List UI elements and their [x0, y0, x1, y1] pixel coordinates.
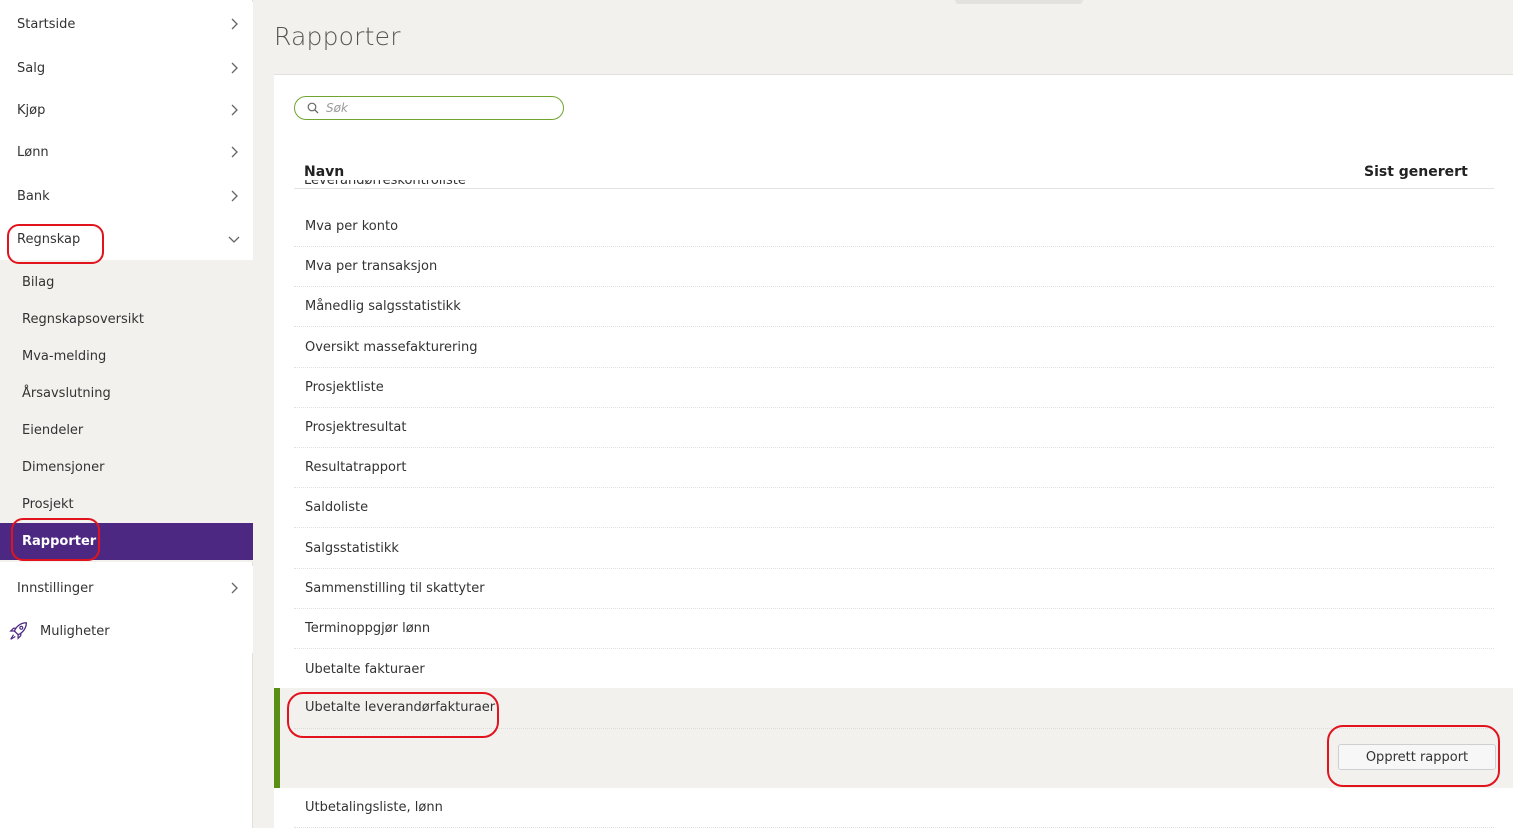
- table-row[interactable]: Salgsstatistikk: [294, 529, 1494, 569]
- table-row[interactable]: Terminoppgjør lønn: [294, 609, 1494, 649]
- rocket-icon: [9, 622, 27, 640]
- table-row[interactable]: Resultatrapport: [294, 448, 1494, 488]
- search-icon: [307, 102, 319, 114]
- nav-item-regnskap[interactable]: Regnskap: [0, 217, 253, 261]
- nav-item-bank[interactable]: Bank: [0, 174, 253, 218]
- sidebar: Startside Salg Kjøp Lønn Bank Regnskap B…: [0, 0, 253, 828]
- row-divider: [294, 728, 1494, 729]
- sub-item-bilag[interactable]: Bilag: [0, 264, 253, 301]
- create-report-button[interactable]: Opprett rapport: [1338, 744, 1496, 770]
- table-row[interactable]: Utbetalingsliste, lønn: [294, 788, 1494, 828]
- nav-item-startside[interactable]: Startside: [0, 2, 253, 46]
- regnskap-submenu: Bilag Regnskapsoversikt Mva-melding Årsa…: [0, 260, 253, 562]
- chevron-right-icon: [231, 18, 238, 30]
- nav-item-label: Kjøp: [17, 102, 46, 118]
- selected-row[interactable]: Ubetalte leverandørfakturaer Opprett rap…: [274, 688, 1513, 788]
- chevron-right-icon: [231, 190, 238, 202]
- table-row[interactable]: Mva per konto: [294, 207, 1494, 247]
- search-box: [294, 96, 564, 120]
- sub-item-arsavslutning[interactable]: Årsavslutning: [0, 375, 253, 412]
- table-row[interactable]: Prosjektliste: [294, 368, 1494, 408]
- nav-item-label: Innstillinger: [17, 580, 94, 596]
- column-header-last-generated[interactable]: Sist generert: [1364, 164, 1468, 180]
- column-header-name[interactable]: Navn: [304, 164, 344, 180]
- sub-item-rapporter[interactable]: Rapporter: [0, 523, 253, 560]
- chevron-right-icon: [231, 582, 238, 594]
- nav-item-label: Salg: [17, 60, 46, 76]
- table-row[interactable]: Prosjektresultat: [294, 408, 1494, 448]
- nav-item-innstillinger[interactable]: Innstillinger: [0, 566, 253, 610]
- table-row[interactable]: Mva per transaksjon: [294, 247, 1494, 287]
- nav-item-muligheter[interactable]: Muligheter: [0, 609, 253, 653]
- nav-item-label: Startside: [17, 16, 76, 32]
- nav-item-label: Bank: [17, 188, 50, 204]
- header-divider: [294, 188, 1494, 189]
- sub-item-mva-melding[interactable]: Mva-melding: [0, 338, 253, 375]
- chevron-right-icon: [231, 146, 238, 158]
- table-row[interactable]: Månedlig salgsstatistikk: [294, 287, 1494, 327]
- search-input[interactable]: [326, 101, 546, 115]
- sub-item-eiendeler[interactable]: Eiendeler: [0, 412, 253, 449]
- chevron-right-icon: [231, 104, 238, 116]
- selected-row-label: Ubetalte leverandørfakturaer: [305, 700, 496, 715]
- chevron-right-icon: [231, 62, 238, 74]
- nav-item-label: Lønn: [17, 144, 49, 160]
- table-row[interactable]: Sammenstilling til skattyter: [294, 569, 1494, 609]
- sub-item-dimensjoner[interactable]: Dimensjoner: [0, 449, 253, 486]
- table-row[interactable]: Oversikt massefakturering: [294, 328, 1494, 368]
- sub-item-regnskapsoversikt[interactable]: Regnskapsoversikt: [0, 301, 253, 338]
- nav-item-lonn[interactable]: Lønn: [0, 130, 253, 174]
- nav-item-label: Regnskap: [17, 231, 81, 247]
- sub-item-prosjekt[interactable]: Prosjekt: [0, 486, 253, 523]
- reports-panel: Navn Sist generert Leverandørreskontroli…: [274, 74, 1513, 828]
- page-title: Rapporter: [274, 22, 401, 51]
- nav-item-label: Muligheter: [40, 623, 110, 639]
- table-row[interactable]: Saldoliste: [294, 488, 1494, 528]
- table-row[interactable]: Ubetalte fakturaer: [294, 649, 1494, 689]
- chevron-down-icon: [228, 236, 240, 243]
- top-scroll-indicator: [955, 0, 1083, 4]
- nav-item-kjop[interactable]: Kjøp: [0, 88, 253, 132]
- nav-item-salg[interactable]: Salg: [0, 46, 253, 90]
